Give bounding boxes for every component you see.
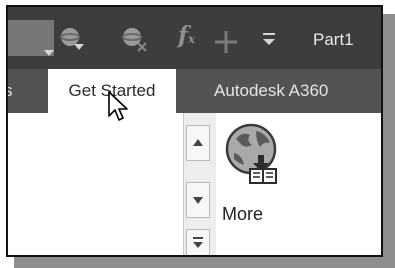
- screenshot-frame: fx Part1 s Get Started Autodesk A360: [6, 5, 383, 257]
- tab-partial[interactable]: s: [8, 69, 13, 113]
- customize-dropdown-icon[interactable]: [261, 31, 277, 52]
- quick-access-toolbar: fx Part1: [8, 7, 381, 69]
- plane-dropdown-icon[interactable]: [58, 26, 88, 57]
- parameters-fx-icon[interactable]: fx: [178, 22, 195, 49]
- globe-book-icon: [222, 119, 284, 190]
- dropdown-arrow-icon[interactable]: [44, 50, 54, 56]
- add-icon[interactable]: [213, 29, 239, 60]
- more-button[interactable]: More: [218, 119, 288, 229]
- expand-bar-icon: [193, 237, 203, 239]
- ribbon-panel-gallery: [8, 113, 183, 255]
- arrow-up-icon: [193, 139, 203, 146]
- qat-dropdown-field[interactable]: [8, 20, 54, 56]
- tab-autodesk-a360[interactable]: Autodesk A360: [214, 69, 328, 113]
- mouse-pointer-icon: [108, 91, 132, 130]
- ribbon-tab-bar: s Get Started Autodesk A360: [8, 69, 381, 115]
- plane-delete-icon[interactable]: [120, 26, 150, 57]
- arrow-down-icon: [193, 197, 203, 204]
- gallery-expand-button[interactable]: [186, 229, 210, 255]
- expand-arrow-icon: [193, 242, 203, 248]
- document-title: Part1: [313, 30, 354, 49]
- scroll-up-button[interactable]: [186, 125, 210, 161]
- more-label: More: [222, 204, 264, 224]
- scroll-down-button[interactable]: [186, 182, 210, 218]
